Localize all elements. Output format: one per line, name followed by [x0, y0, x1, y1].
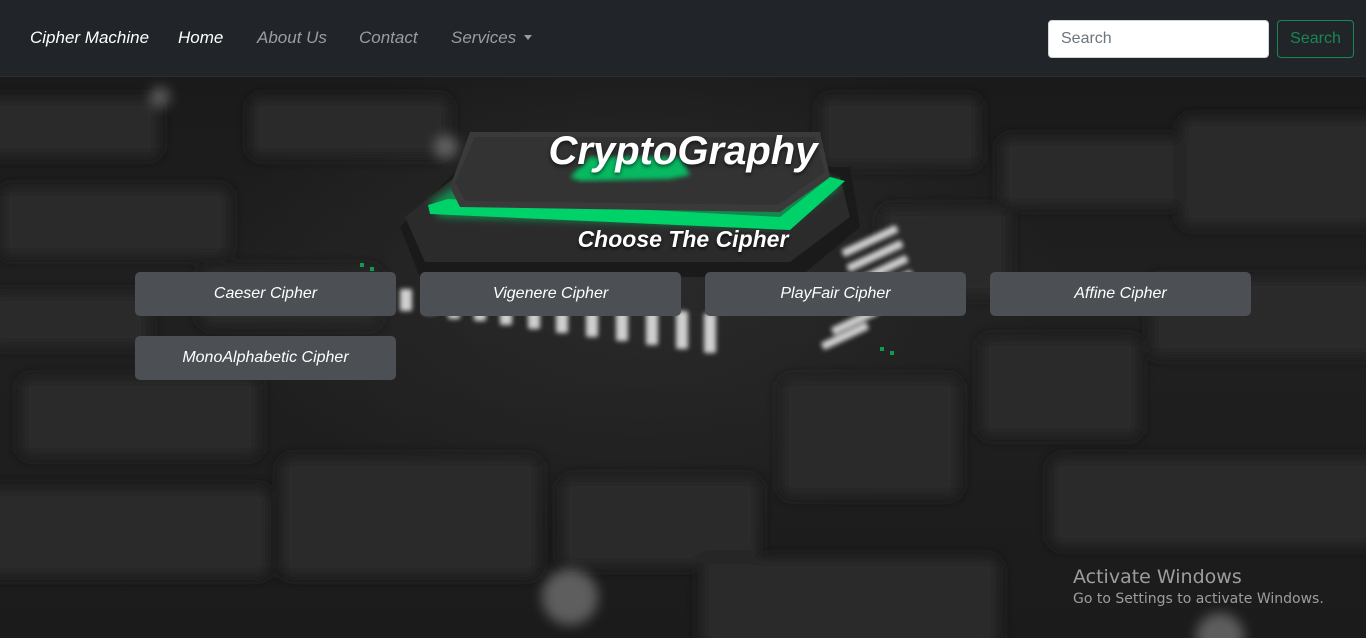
vigenere-cipher-button[interactable]: Vigenere Cipher — [420, 272, 681, 316]
search-input[interactable] — [1048, 20, 1269, 58]
activate-windows-title: Activate Windows — [1073, 566, 1242, 588]
playfair-cipher-button[interactable]: PlayFair Cipher — [705, 272, 966, 316]
activate-windows-subtitle: Go to Settings to activate Windows. — [1073, 591, 1324, 607]
nav-link-about-us[interactable]: About Us — [257, 28, 327, 48]
affine-cipher-button[interactable]: Affine Cipher — [990, 272, 1251, 316]
hero-section: CryptoGraphy Choose The Cipher Caeser Ci… — [0, 77, 1366, 638]
search-button[interactable]: Search — [1277, 20, 1354, 58]
caret-down-icon — [524, 35, 533, 40]
navbar: Cipher Machine Home About Us Contact Ser… — [0, 0, 1366, 77]
nav-dropdown-services[interactable]: Services — [451, 28, 533, 48]
page-subtitle: Choose The Cipher — [577, 226, 789, 252]
page-title: CryptoGraphy — [548, 129, 818, 173]
caeser-cipher-button[interactable]: Caeser Cipher — [135, 272, 396, 316]
nav-link-contact[interactable]: Contact — [359, 28, 418, 48]
nav-link-services-label: Services — [451, 28, 517, 47]
nav-link-home[interactable]: Home — [178, 28, 223, 48]
brand-link[interactable]: Cipher Machine — [30, 28, 149, 48]
monoalphabetic-cipher-button[interactable]: MonoAlphabetic Cipher — [135, 336, 396, 380]
